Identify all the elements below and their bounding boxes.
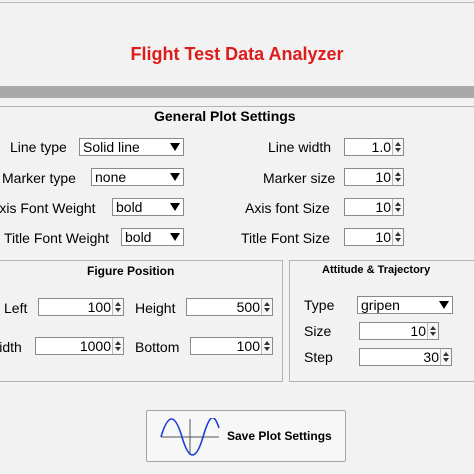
chevron-down-icon <box>170 173 180 181</box>
line-type-select[interactable]: Solid line <box>79 138 184 156</box>
spinner-down-icon <box>115 308 121 312</box>
type-label: Type <box>304 297 335 313</box>
step-spinner[interactable]: 30 <box>359 348 452 366</box>
title-font-size-label: Title Font Size <box>241 230 330 246</box>
title-font-weight-select[interactable]: bold <box>121 228 184 246</box>
spinner-up-icon <box>395 172 401 176</box>
spinner-up-icon <box>395 202 401 206</box>
axis-font-size-value: 10 <box>375 199 391 215</box>
marker-size-label: Marker size <box>263 170 336 186</box>
spinner-up-icon <box>115 341 121 345</box>
line-width-label: Line width <box>268 139 332 155</box>
spinner-up-icon <box>395 232 401 236</box>
chevron-down-icon <box>170 233 180 241</box>
spinner-arrows[interactable] <box>392 169 403 185</box>
bottom-spinner[interactable]: 100 <box>190 337 273 355</box>
spinner-down-icon <box>395 238 401 242</box>
left-value: 100 <box>87 299 111 315</box>
spinner-up-icon <box>430 326 436 330</box>
spinner-down-icon <box>395 178 401 182</box>
axis-font-size-spinner[interactable]: 10 <box>344 198 404 216</box>
axis-font-weight-label: Axis Font Weight <box>0 200 96 216</box>
step-label: Step <box>304 349 333 365</box>
figure-position-title: Figure Position <box>87 264 175 278</box>
window-top-edge <box>0 2 474 3</box>
title-font-weight-label: Title Font Weight <box>4 230 110 246</box>
spinner-arrows[interactable] <box>392 229 403 245</box>
chevron-down-icon <box>170 203 180 211</box>
general-settings-title: General Plot Settings <box>154 108 296 124</box>
spinner-down-icon <box>264 347 270 351</box>
title-font-weight-value: bold <box>125 229 152 245</box>
axis-font-size-label: Axis font Size <box>245 200 330 216</box>
spinner-arrows[interactable] <box>112 338 123 354</box>
step-value: 30 <box>423 349 439 365</box>
height-spinner[interactable]: 500 <box>186 298 273 316</box>
axis-font-weight-select[interactable]: bold <box>112 198 184 216</box>
save-button-label: Save Plot Settings <box>227 429 332 443</box>
spinner-down-icon <box>115 347 121 351</box>
marker-size-value: 10 <box>375 169 391 185</box>
line-type-label: Line type <box>10 139 67 155</box>
spinner-up-icon <box>264 302 270 306</box>
type-select[interactable]: gripen <box>357 296 453 314</box>
spinner-down-icon <box>395 208 401 212</box>
marker-type-select[interactable]: none <box>91 168 184 186</box>
line-width-value: 1.0 <box>371 139 391 155</box>
bottom-label: Bottom <box>135 339 180 355</box>
line-width-spinner[interactable]: 1.0 <box>344 138 404 156</box>
axis-font-weight-value: bold <box>116 199 143 215</box>
sine-wave-icon <box>160 418 220 456</box>
width-spinner[interactable]: 1000 <box>35 337 124 355</box>
divider-bar <box>0 86 474 98</box>
title-font-size-spinner[interactable]: 10 <box>344 228 404 246</box>
spinner-down-icon <box>443 358 449 362</box>
spinner-arrows[interactable] <box>392 139 403 155</box>
height-label: Height <box>135 300 176 316</box>
spinner-arrows[interactable] <box>261 338 272 354</box>
size-label: Size <box>304 323 332 339</box>
marker-type-label: Marker type <box>2 170 76 186</box>
marker-size-spinner[interactable]: 10 <box>344 168 404 186</box>
height-value: 500 <box>236 299 260 315</box>
chevron-down-icon <box>170 143 180 151</box>
type-value: gripen <box>361 297 400 313</box>
attitude-title: Attitude & Trajectory <box>322 264 431 276</box>
width-value: 1000 <box>79 338 111 354</box>
app-title: Flight Test Data Analyzer <box>130 44 344 64</box>
spinner-arrows[interactable] <box>440 349 451 365</box>
spinner-arrows[interactable] <box>112 299 123 315</box>
chevron-down-icon <box>439 301 449 309</box>
spinner-up-icon <box>264 341 270 345</box>
left-label: Left <box>4 300 28 316</box>
spinner-up-icon <box>395 142 401 146</box>
save-plot-settings-button[interactable]: Save Plot Settings <box>146 410 346 462</box>
figure-position-panel <box>0 260 283 382</box>
bottom-value: 100 <box>236 338 260 354</box>
spinner-down-icon <box>430 332 436 336</box>
spinner-down-icon <box>264 308 270 312</box>
spinner-up-icon <box>443 352 449 356</box>
width-label: Width <box>0 339 22 355</box>
spinner-down-icon <box>395 148 401 152</box>
line-type-value: Solid line <box>83 139 140 155</box>
spinner-arrows[interactable] <box>392 199 403 215</box>
title-font-size-value: 10 <box>375 229 391 245</box>
spinner-arrows[interactable] <box>427 323 438 339</box>
marker-type-value: none <box>95 169 127 185</box>
left-spinner[interactable]: 100 <box>38 298 124 316</box>
size-value: 10 <box>410 323 426 339</box>
size-spinner[interactable]: 10 <box>359 322 439 340</box>
spinner-arrows[interactable] <box>261 299 272 315</box>
spinner-up-icon <box>115 302 121 306</box>
